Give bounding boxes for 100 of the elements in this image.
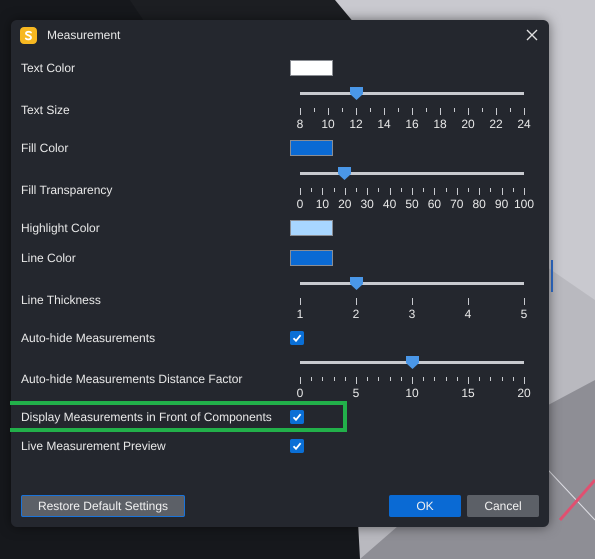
- tick-label: 5: [352, 386, 360, 400]
- slider-tick: [468, 108, 469, 115]
- setting-label: Fill Transparency: [21, 182, 114, 196]
- slider-tick: [502, 188, 503, 195]
- tick-label: 16: [405, 117, 419, 131]
- tick-label: 0: [296, 386, 304, 400]
- ok-button[interactable]: OK: [389, 495, 461, 517]
- slider-tick: [334, 377, 335, 381]
- slider-tick: [512, 377, 514, 381]
- setting-label: Line Color: [21, 251, 77, 265]
- tick-label: 50: [405, 197, 419, 211]
- tick-label: 80: [472, 197, 486, 211]
- slider-thumb[interactable]: [350, 87, 362, 100]
- setting-label: Live Measurement Preview: [21, 438, 167, 452]
- slider-tick: [490, 377, 492, 381]
- tick-label: 10: [316, 197, 330, 211]
- setting-label: Highlight Color: [21, 221, 101, 235]
- slider-tick: [412, 108, 413, 115]
- color-swatch[interactable]: [290, 60, 333, 76]
- slider-tick: [322, 188, 324, 195]
- slider-tick: [423, 188, 424, 192]
- slider-tick: [482, 108, 483, 112]
- setting-label: Auto-hide Measurements Distance Factor: [21, 372, 244, 386]
- checkbox[interactable]: [290, 438, 304, 452]
- check-icon: [292, 412, 302, 422]
- setting-label: Text Color: [21, 61, 76, 75]
- tick-label: 3: [408, 307, 416, 321]
- tick-label: 24: [517, 117, 531, 131]
- color-swatch[interactable]: [290, 220, 333, 236]
- slider-tick: [490, 188, 492, 192]
- slider-tick: [423, 377, 424, 381]
- slider-tick: [502, 377, 503, 381]
- slider-tick: [426, 108, 427, 112]
- slider-tick: [440, 108, 441, 115]
- slider-tick: [328, 108, 329, 115]
- window-title: Measurement: [47, 28, 122, 42]
- slider-tick: [344, 188, 346, 195]
- slider-tick: [524, 108, 525, 115]
- tick-label: 2: [352, 307, 360, 321]
- slider-tick: [479, 188, 480, 195]
- slider-tick: [524, 298, 525, 305]
- slider-tick: [314, 108, 315, 112]
- tick-label: 4: [464, 307, 472, 321]
- slider-tick: [434, 188, 436, 195]
- tick-label: 90: [494, 197, 508, 211]
- restore-button[interactable]: Restore Default Settings: [21, 495, 185, 517]
- tick-label: 10: [405, 386, 419, 400]
- slider-tick: [311, 188, 312, 192]
- slider-tick: [390, 377, 391, 381]
- tick-label: 20: [517, 386, 531, 400]
- slider-tick: [356, 188, 357, 192]
- slider-tick: [370, 108, 371, 112]
- slider-tick: [512, 188, 514, 192]
- setting-label: Fill Color: [21, 141, 70, 155]
- setting-label: Text Size: [21, 102, 71, 116]
- slider-tick: [524, 188, 525, 195]
- color-swatch[interactable]: [290, 250, 333, 266]
- slider-tick: [400, 377, 402, 381]
- slider-tick: [446, 377, 447, 381]
- tick-label: 40: [382, 197, 396, 211]
- slider-tick: [434, 377, 436, 381]
- setting-label: Line Thickness: [21, 292, 102, 306]
- tick-label: 1: [296, 307, 304, 321]
- slider-tick: [412, 188, 413, 195]
- checkbox[interactable]: [290, 330, 304, 344]
- slider-tick: [412, 377, 413, 384]
- slider-tick: [367, 377, 368, 381]
- slider-tick: [454, 108, 455, 112]
- slider-tick: [367, 188, 368, 195]
- tick-label: 12: [349, 117, 363, 131]
- tick-label: 8: [296, 117, 304, 131]
- checkbox[interactable]: [290, 410, 304, 424]
- slider-tick: [378, 377, 380, 381]
- slider-tick: [510, 108, 511, 112]
- tick-label: 20: [461, 117, 475, 131]
- slider-tick: [300, 377, 301, 384]
- slider-tick: [468, 298, 469, 305]
- slider-tick: [300, 188, 301, 195]
- tick-label: 22: [489, 117, 503, 131]
- slider-thumb[interactable]: [338, 167, 352, 180]
- close-button[interactable]: [524, 27, 540, 43]
- slider-tick: [524, 377, 525, 384]
- tick-label: 15: [461, 386, 475, 400]
- slider-tick: [456, 188, 458, 195]
- check-icon: [292, 440, 302, 450]
- slider-tick: [322, 377, 324, 381]
- color-swatch[interactable]: [290, 140, 333, 156]
- tick-label: 60: [428, 197, 442, 211]
- slider-thumb[interactable]: [350, 277, 362, 290]
- slider-thumb[interactable]: [406, 356, 418, 369]
- setting-label: Display Measurements in Front of Components: [21, 410, 273, 424]
- cancel-button[interactable]: Cancel: [467, 495, 539, 517]
- slider-tick: [456, 377, 458, 381]
- slider-tick: [412, 298, 413, 305]
- tick-label: 20: [338, 197, 352, 211]
- slider-tick: [398, 108, 399, 112]
- slider-tick: [390, 188, 391, 195]
- app-logo-icon: [20, 26, 37, 44]
- slider-tick: [300, 298, 301, 305]
- slider-tick: [334, 188, 335, 192]
